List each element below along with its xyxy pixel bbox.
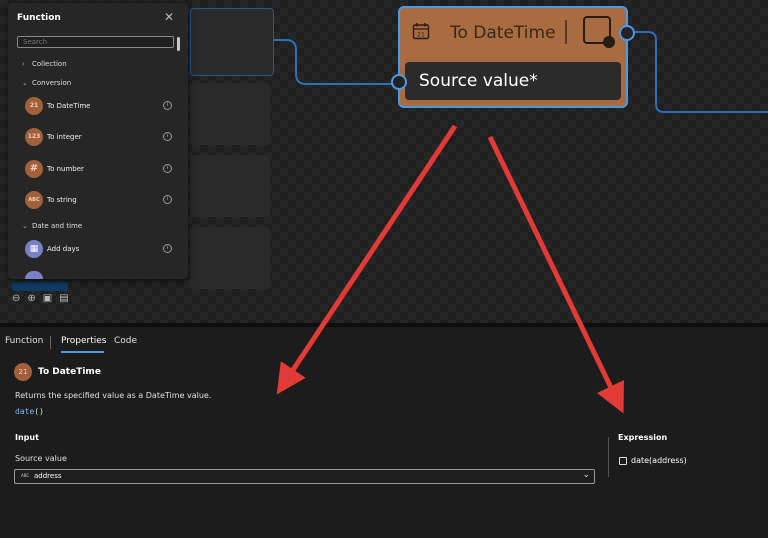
category-date-and-time[interactable]: ⌄ Date and time — [22, 222, 82, 230]
svg-text:21: 21 — [417, 32, 425, 39]
node-input-label: Source value* — [419, 71, 538, 91]
function-panel-title: Function — [17, 13, 61, 23]
info-icon[interactable]: i — [163, 164, 172, 173]
bottom-tabs: Function Properties Code — [0, 335, 768, 355]
calendar-add-icon: ▦ — [25, 240, 43, 258]
chevron-down-icon: ⌄ — [22, 79, 28, 87]
chevron-down-icon: ⌄ — [22, 222, 28, 230]
input-port[interactable] — [391, 74, 407, 90]
input-heading: Input — [15, 433, 39, 442]
function-item-to-number[interactable]: # To number i — [23, 160, 173, 180]
node-input-row[interactable]: Source value* — [405, 62, 621, 100]
calendar-icon: 21 — [412, 22, 430, 44]
output-port[interactable] — [619, 25, 635, 41]
to-datetime-node[interactable]: 21 To DateTime Source value* — [398, 6, 628, 108]
source-node-card[interactable] — [190, 227, 270, 289]
node-header-separator — [565, 20, 567, 44]
partial-function-icon — [25, 271, 43, 279]
tab-separator — [50, 336, 51, 349]
category-collection[interactable]: › Collection — [22, 60, 67, 68]
info-icon[interactable]: i — [163, 195, 172, 204]
chevron-down-icon: ⌄ — [582, 470, 590, 480]
expression-heading: Expression — [618, 433, 668, 442]
hash-icon: # — [25, 160, 43, 178]
canvas-toolbar: ⊖ ⊕ ▣ ▤ — [12, 293, 69, 304]
panel-divider[interactable] — [0, 323, 768, 327]
minimap-indicator — [12, 282, 68, 291]
calendar-icon: 21 — [25, 97, 43, 115]
function-item-to-integer[interactable]: 123 To integer i — [23, 128, 173, 148]
function-signature: date() — [15, 407, 44, 416]
source-node-card[interactable] — [190, 8, 274, 76]
tab-function[interactable]: Function — [5, 336, 43, 346]
active-tab-indicator — [61, 351, 104, 353]
source-node-card[interactable] — [190, 155, 270, 217]
tab-properties[interactable]: Properties — [61, 336, 106, 346]
expression-icon — [619, 457, 627, 465]
function-title: To DateTime — [38, 367, 101, 377]
scrollbar[interactable] — [177, 37, 180, 51]
function-item-to-string[interactable]: ABC To string i — [23, 191, 173, 211]
close-icon[interactable]: ✕ — [164, 10, 174, 24]
string-icon: ABC — [25, 191, 43, 209]
info-icon[interactable]: i — [163, 244, 172, 253]
integer-icon: 123 — [25, 128, 43, 146]
source-node-card[interactable] — [190, 83, 270, 145]
source-value: address — [34, 472, 62, 480]
map-icon[interactable]: ▤ — [59, 293, 68, 304]
expression-value: date(address) — [631, 456, 687, 465]
section-separator — [608, 437, 609, 477]
info-icon[interactable]: i — [163, 132, 172, 141]
source-value-label: Source value — [15, 454, 67, 463]
function-item-add-days[interactable]: ▦ Add days i — [23, 240, 173, 260]
tab-code[interactable]: Code — [114, 336, 137, 346]
datetime-output-icon — [583, 16, 615, 48]
string-type-icon: ABC — [21, 473, 30, 478]
fit-view-icon[interactable]: ▣ — [43, 293, 52, 304]
node-title: To DateTime — [450, 23, 556, 43]
calendar-icon: 21 — [14, 363, 32, 381]
category-conversion[interactable]: ⌄ Conversion — [22, 79, 71, 87]
function-item-to-datetime[interactable]: 21 To DateTime i — [23, 97, 173, 117]
zoom-in-icon[interactable]: ⊕ — [27, 293, 35, 304]
mapping-canvas[interactable]: Function ✕ ›Collection ⌄Conversion 21 To… — [0, 0, 768, 325]
search-input[interactable] — [17, 36, 174, 48]
function-description: Returns the specified value as a DateTim… — [15, 391, 212, 400]
info-icon[interactable]: i — [163, 101, 172, 110]
source-value-select[interactable]: ABC address ⌄ — [14, 469, 595, 484]
function-panel: Function ✕ ›Collection ⌄Conversion 21 To… — [8, 3, 188, 279]
zoom-out-icon[interactable]: ⊖ — [12, 293, 20, 304]
chevron-right-icon: › — [22, 60, 25, 68]
